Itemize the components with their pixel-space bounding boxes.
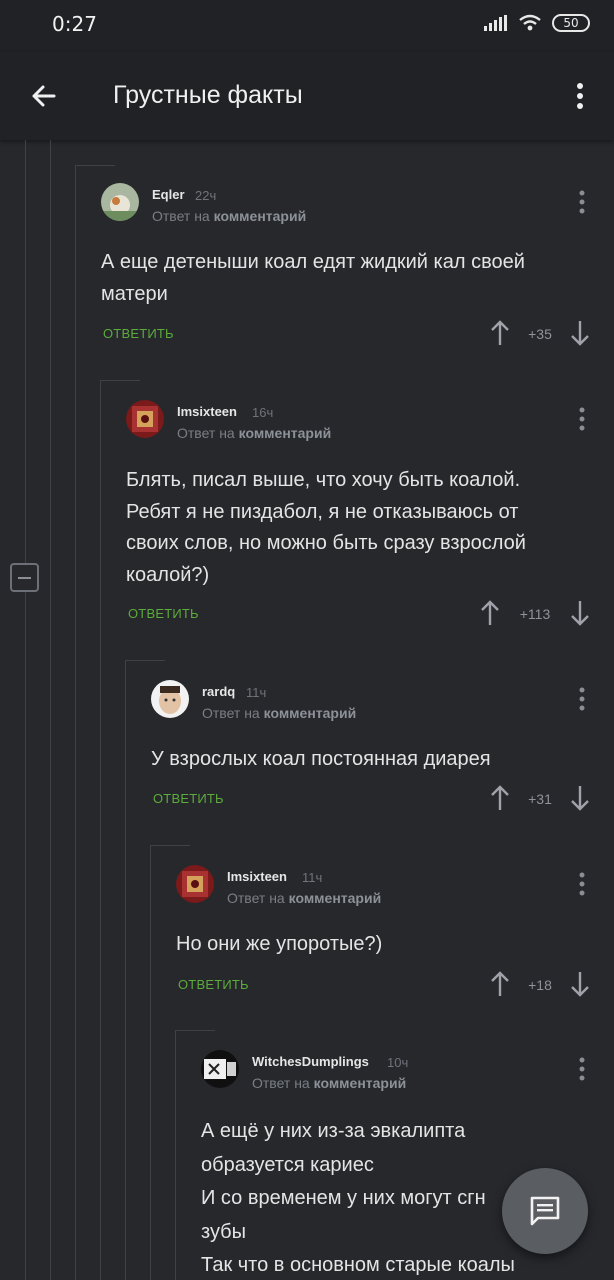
thread-line xyxy=(175,1030,176,1280)
comment-text: А еще детеныши коал едят жидкий кал свое… xyxy=(101,251,525,305)
reply-to-label: Ответ на комментарий xyxy=(177,425,331,441)
battery-icon: 50 xyxy=(552,14,590,32)
status-time: 0:27 xyxy=(52,12,97,36)
comment-author[interactable]: Imsixteen xyxy=(177,404,237,419)
page-title: Грустные факты xyxy=(113,81,303,109)
more-menu-icon[interactable] xyxy=(564,76,596,116)
comment-score: +35 xyxy=(528,326,552,342)
comment-author[interactable]: Imsixteen xyxy=(227,869,287,884)
upvote-icon[interactable] xyxy=(489,784,511,812)
thread-line xyxy=(175,1030,215,1031)
thread-line xyxy=(125,660,165,661)
back-arrow-icon[interactable] xyxy=(24,76,64,116)
avatar[interactable] xyxy=(126,400,164,438)
thread-line xyxy=(75,165,115,166)
reply-button[interactable]: ОТВЕТИТЬ xyxy=(128,606,199,621)
thread-line xyxy=(25,140,26,1280)
reply-button[interactable]: ОТВЕТИТЬ xyxy=(103,326,174,341)
comment-more-icon[interactable] xyxy=(576,871,588,897)
reply-button[interactable]: ОТВЕТИТЬ xyxy=(153,791,224,806)
comment-time: 22ч xyxy=(195,188,217,203)
downvote-icon[interactable] xyxy=(569,599,591,627)
upvote-icon[interactable] xyxy=(489,319,511,347)
thread-line xyxy=(150,845,190,846)
reply-to-link[interactable]: комментарий xyxy=(314,1075,407,1091)
reply-to-label: Ответ на комментарий xyxy=(227,890,381,906)
comment-score: +31 xyxy=(528,791,552,807)
avatar[interactable] xyxy=(201,1050,239,1088)
avatar[interactable] xyxy=(151,680,189,718)
downvote-icon[interactable] xyxy=(569,970,591,998)
thread-line xyxy=(125,660,126,1280)
status-icons: 50 xyxy=(484,14,590,32)
add-comment-fab[interactable] xyxy=(502,1168,588,1254)
comment-time: 16ч xyxy=(252,405,274,420)
thread-line xyxy=(75,165,76,1280)
reply-to-link[interactable]: комментарий xyxy=(289,890,382,906)
comment-time: 11ч xyxy=(246,685,267,700)
reply-to-link[interactable]: комментарий xyxy=(239,425,332,441)
comment-time: 10ч xyxy=(387,1055,409,1070)
comment-time: 11ч xyxy=(302,870,323,885)
comment-more-icon[interactable] xyxy=(576,406,588,432)
upvote-icon[interactable] xyxy=(479,599,501,627)
reply-to-link[interactable]: комментарий xyxy=(264,705,357,721)
comment-text: У взрослых коал постоянная диарея xyxy=(151,748,491,770)
reply-to-label: Ответ на комментарий xyxy=(202,705,356,721)
comment-author[interactable]: rardq xyxy=(202,684,235,699)
avatar[interactable] xyxy=(101,183,139,221)
reply-to-label: Ответ на комментарий xyxy=(152,208,306,224)
reply-to-prefix: Ответ на xyxy=(227,890,285,906)
reply-to-prefix: Ответ на xyxy=(202,705,260,721)
reply-to-prefix: Ответ на xyxy=(252,1075,310,1091)
app-bar: Грустные факты xyxy=(0,52,614,140)
comment-text: А ещё у них из-за эвкалипта образуется к… xyxy=(201,1120,515,1276)
upvote-icon[interactable] xyxy=(489,970,511,998)
downvote-icon[interactable] xyxy=(569,319,591,347)
thread-line xyxy=(100,380,101,1280)
wifi-icon xyxy=(519,14,541,31)
reply-to-prefix: Ответ на xyxy=(152,208,210,224)
comment-author[interactable]: WitchesDumplings xyxy=(252,1054,369,1069)
comment-text: Но они же упоротые?) xyxy=(176,933,383,955)
collapse-thread-button[interactable] xyxy=(10,563,39,592)
comment-more-icon[interactable] xyxy=(576,1056,588,1082)
comment-score: +113 xyxy=(519,606,551,622)
comment-author[interactable]: Eqler xyxy=(152,187,185,202)
avatar[interactable] xyxy=(176,865,214,903)
comment-more-icon[interactable] xyxy=(576,189,588,215)
signal-icon xyxy=(484,15,507,31)
downvote-icon[interactable] xyxy=(569,784,591,812)
thread-line xyxy=(100,380,140,381)
comment-score: +18 xyxy=(528,977,552,993)
comment-more-icon[interactable] xyxy=(576,686,588,712)
reply-to-label: Ответ на комментарий xyxy=(252,1075,406,1091)
reply-to-link[interactable]: комментарий xyxy=(214,208,307,224)
comment-icon xyxy=(530,1196,560,1226)
reply-button[interactable]: ОТВЕТИТЬ xyxy=(178,977,249,992)
thread-line xyxy=(150,845,151,1280)
comment-text: Блять, писал выше, что хочу быть коалой.… xyxy=(126,469,526,586)
reply-to-prefix: Ответ на xyxy=(177,425,235,441)
thread-line xyxy=(50,140,51,1280)
status-bar: 0:27 50 xyxy=(0,0,614,52)
